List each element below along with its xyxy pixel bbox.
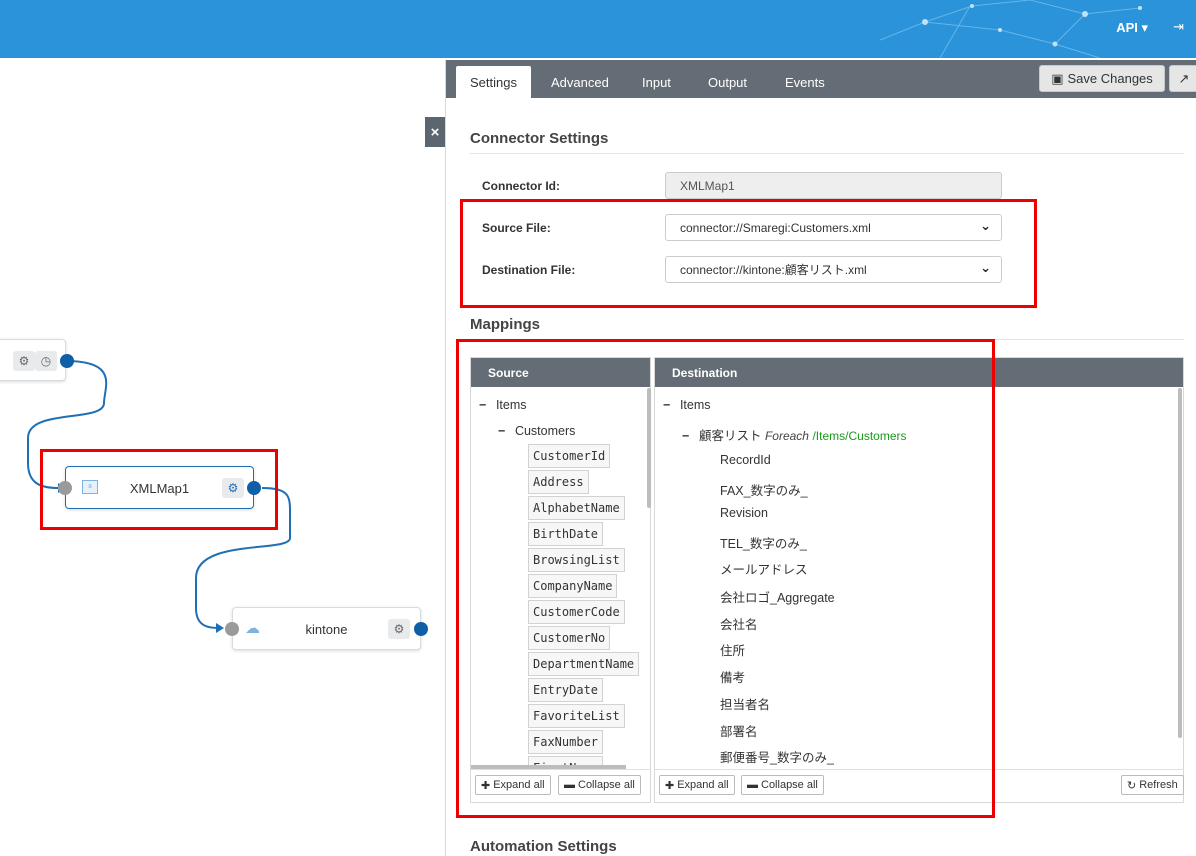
- refresh-label: Refresh: [1139, 779, 1178, 791]
- mappings-title: Mappings: [470, 316, 540, 333]
- api-label: API: [1116, 20, 1138, 35]
- output-port[interactable]: [414, 622, 428, 636]
- settings-panel: Settings Advanced Input Output Events ▣ …: [445, 60, 1196, 856]
- gear-icon[interactable]: ⚙: [388, 619, 410, 639]
- highlight-box-files: [460, 199, 1037, 308]
- input-port[interactable]: [225, 622, 239, 636]
- tab-output[interactable]: Output: [694, 66, 761, 98]
- gear-icon[interactable]: ⚙: [13, 351, 35, 371]
- api-menu[interactable]: API ▾: [1116, 20, 1148, 36]
- save-button[interactable]: ▣ Save Changes: [1039, 65, 1165, 92]
- tab-events[interactable]: Events: [771, 66, 839, 98]
- highlight-box-node: [40, 449, 278, 530]
- logout-icon[interactable]: ⇥: [1173, 19, 1184, 35]
- save-label: Save Changes: [1067, 71, 1153, 86]
- connector-id-label: Connector Id:: [482, 179, 560, 193]
- network-decoration: [880, 0, 1142, 58]
- tab-bar: Settings Advanced Input Output Events ▣ …: [446, 60, 1196, 98]
- flow-canvas[interactable]: ⚙ ◷ ≡ XMLMap1 ⚙ ☁ kintone ⚙: [0, 58, 445, 856]
- highlight-box-mappings: [456, 339, 995, 818]
- connector-settings-title: Connector Settings: [470, 130, 609, 147]
- tab-settings[interactable]: Settings: [456, 66, 531, 98]
- tab-input[interactable]: Input: [628, 66, 685, 98]
- vertical-scrollbar[interactable]: [1178, 388, 1182, 738]
- external-link-icon[interactable]: ↗: [1169, 65, 1196, 92]
- upstream-node[interactable]: ⚙ ◷: [0, 339, 66, 381]
- clock-icon[interactable]: ◷: [35, 351, 57, 371]
- tab-advanced[interactable]: Advanced: [537, 66, 623, 98]
- save-icon: ▣: [1051, 70, 1064, 86]
- kintone-node[interactable]: ☁ kintone ⚙: [232, 607, 421, 650]
- refresh-button[interactable]: ↻ Refresh: [1121, 775, 1184, 795]
- top-header: API ▾ ⇥: [0, 0, 1196, 58]
- connector-id-field[interactable]: XMLMap1: [665, 172, 1002, 199]
- connector-id-value: XMLMap1: [680, 178, 735, 193]
- close-panel-button[interactable]: ×: [425, 117, 445, 147]
- divider: [470, 153, 1184, 154]
- automation-settings-title: Automation Settings: [470, 838, 617, 855]
- output-port[interactable]: [60, 354, 74, 368]
- refresh-icon: ↻: [1127, 779, 1137, 792]
